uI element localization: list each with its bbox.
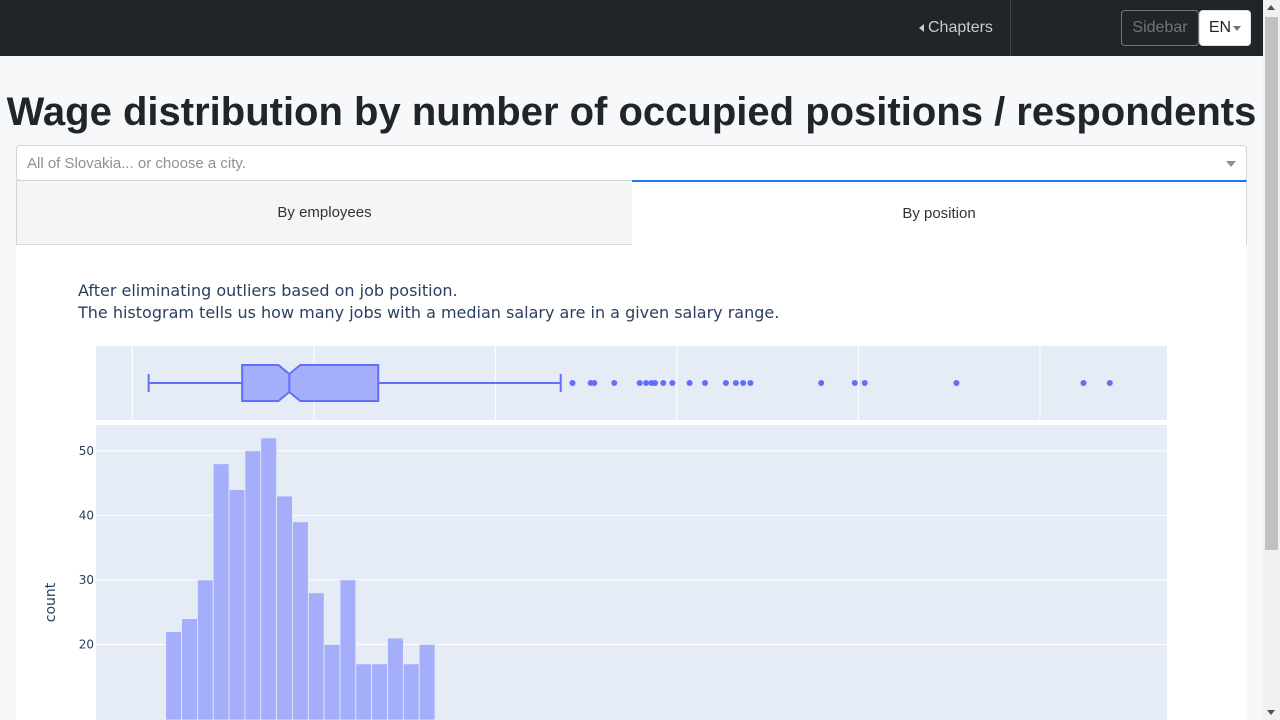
boxplot-outlier-point xyxy=(740,380,747,386)
histogram-bar xyxy=(418,644,436,720)
boxplot-outlier-point xyxy=(643,380,650,386)
boxplot-outlier-point xyxy=(660,380,667,386)
boxplot-outlier-point xyxy=(1106,380,1113,386)
boxplot-outlier-point xyxy=(569,380,576,386)
histogram-bar xyxy=(307,592,325,720)
histogram-bar xyxy=(276,495,293,720)
boxplot-outlier-point xyxy=(652,380,659,386)
boxplot-outlier-point xyxy=(611,380,618,386)
boxplot-outlier-point xyxy=(686,380,693,386)
histogram-bar xyxy=(165,631,182,720)
boxplot-outlier-point xyxy=(851,380,858,386)
histogram-bar xyxy=(402,663,420,720)
scroll-up-arrow-icon[interactable] xyxy=(1267,5,1275,10)
scroll-down-arrow-icon[interactable] xyxy=(1267,710,1275,715)
histogram-bar xyxy=(387,637,404,720)
histogram-y-tick-label: 20 xyxy=(79,637,94,651)
scroll-thumb[interactable] xyxy=(1265,17,1278,550)
histogram-bar xyxy=(181,618,198,720)
salary-chart: 20 30 40 50 count xyxy=(43,346,1167,720)
histogram-bar xyxy=(244,450,262,720)
histogram-bar xyxy=(371,663,388,720)
boxplot-outlier-point xyxy=(1080,380,1087,386)
boxplot-outlier-point xyxy=(861,380,868,386)
histogram-bar xyxy=(355,663,373,720)
boxplot-outlier-point xyxy=(818,380,825,386)
boxplot-outlier-point xyxy=(747,380,754,386)
boxplot-outlier-point xyxy=(669,380,676,386)
histogram-bar xyxy=(212,463,230,720)
histogram-y-axis-label: count xyxy=(43,582,59,622)
histogram-bar xyxy=(323,644,341,720)
boxplot-outlier-point xyxy=(953,380,960,386)
histogram-y-tick-label: 50 xyxy=(79,444,94,458)
boxplot-outlier-point xyxy=(722,380,729,386)
histogram-bar xyxy=(339,579,357,720)
histogram-bar xyxy=(260,437,278,720)
histogram-bar xyxy=(292,521,309,720)
boxplot-outlier-point xyxy=(732,380,739,386)
boxplot-box xyxy=(241,364,380,402)
page-scrollbar[interactable] xyxy=(1263,0,1280,720)
histogram-y-tick-label: 40 xyxy=(79,508,94,522)
histogram-bar xyxy=(196,579,214,720)
histogram-bar xyxy=(228,489,246,720)
boxplot-outlier-point xyxy=(591,380,598,386)
boxplot-outlier-point xyxy=(702,380,709,386)
boxplot-outlier-point xyxy=(636,380,643,386)
histogram-y-tick-label: 30 xyxy=(79,573,94,587)
